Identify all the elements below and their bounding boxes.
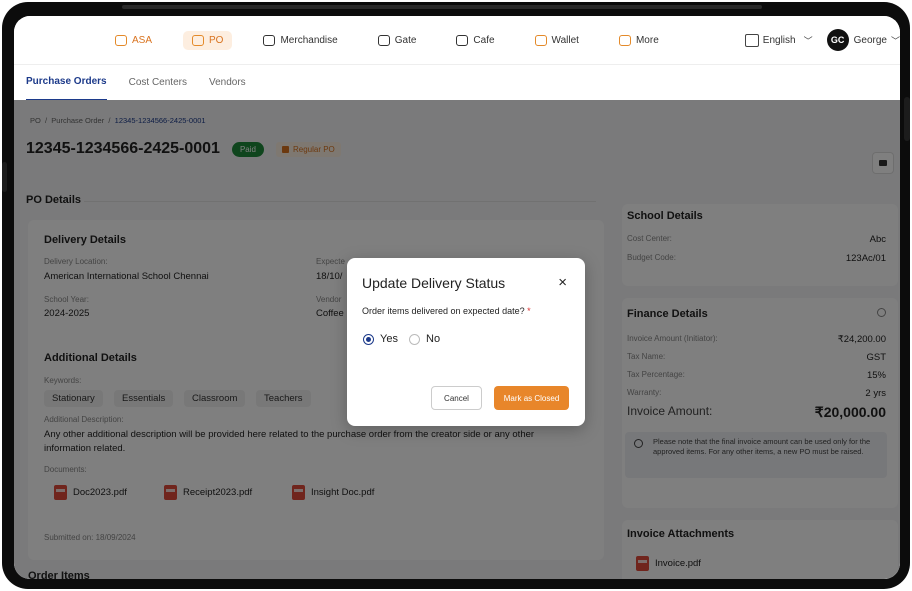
radio-checked-icon[interactable] xyxy=(363,333,374,345)
nav-item-more[interactable]: More xyxy=(610,31,668,50)
nav-item-label: Merchandise xyxy=(280,34,338,46)
nav-item-merchandise[interactable]: Merchandise xyxy=(254,31,346,50)
nav-item-label: Wallet xyxy=(551,34,579,46)
cancel-button[interactable]: Cancel xyxy=(431,386,482,410)
tab-vendors[interactable]: Vendors xyxy=(209,65,246,101)
tablet-frame: ASA PO Merchandise Gate Cafe Wallet More… xyxy=(2,2,910,589)
tab-purchase-orders[interactable]: Purchase Orders xyxy=(26,65,107,101)
nav-item-wallet[interactable]: Wallet xyxy=(526,31,588,50)
app-screen: ASA PO Merchandise Gate Cafe Wallet More… xyxy=(14,16,900,579)
chevron-down-icon: ﹀ xyxy=(803,35,813,46)
nav-item-gate[interactable]: Gate xyxy=(369,31,426,50)
chevron-down-icon[interactable]: ﹀ xyxy=(891,34,900,47)
cafe-icon xyxy=(456,34,469,46)
tablet-side-button xyxy=(904,97,910,141)
translate-icon xyxy=(744,33,759,47)
modal-question: Order items delivered on expected date? … xyxy=(362,306,531,316)
update-delivery-modal: Update Delivery Status × Order items del… xyxy=(347,258,585,426)
radio-label: Yes xyxy=(380,333,398,345)
grid-icon xyxy=(618,34,631,46)
radio-yes[interactable]: Yes xyxy=(363,333,398,345)
nav-item-label: PO xyxy=(209,34,224,46)
tab-cost-centers[interactable]: Cost Centers xyxy=(129,65,187,101)
nav-item-label: Cafe xyxy=(473,34,495,46)
nav-item-label: ASA xyxy=(132,34,153,46)
nav-item-po[interactable]: PO xyxy=(183,30,233,50)
cart-icon xyxy=(263,34,276,46)
top-nav: ASA PO Merchandise Gate Cafe Wallet More… xyxy=(14,16,900,64)
sub-nav: Purchase Orders Cost Centers Vendors xyxy=(14,64,900,101)
language-selector[interactable]: English ﹀ xyxy=(744,33,813,47)
nav-item-cafe[interactable]: Cafe xyxy=(447,31,503,50)
gate-icon xyxy=(377,34,390,46)
box-icon xyxy=(192,34,205,46)
top-right-controls: English ﹀ GC George ﹀ xyxy=(744,16,900,64)
close-icon[interactable]: × xyxy=(558,274,567,291)
wallet-icon xyxy=(534,34,547,46)
calendar-icon xyxy=(115,34,127,46)
nav-items: ASA PO Merchandise Gate Cafe Wallet More xyxy=(106,30,690,50)
language-label: English xyxy=(762,34,796,46)
radio-label: No xyxy=(426,333,441,345)
nav-item-label: Gate xyxy=(394,34,417,46)
mark-as-closed-button[interactable]: Mark as Closed xyxy=(494,386,569,410)
modal-title: Update Delivery Status xyxy=(362,275,506,291)
user-name[interactable]: George xyxy=(854,35,887,46)
nav-item-label: More xyxy=(635,34,659,46)
radio-no[interactable]: No xyxy=(409,333,440,345)
tablet-side-button-left xyxy=(2,162,7,192)
required-marker: * xyxy=(527,306,531,316)
avatar[interactable]: GC xyxy=(826,29,849,51)
modal-question-text: Order items delivered on expected date? xyxy=(362,306,525,316)
radio-unchecked-icon[interactable] xyxy=(409,333,420,345)
nav-item-asa[interactable]: ASA xyxy=(106,31,161,50)
